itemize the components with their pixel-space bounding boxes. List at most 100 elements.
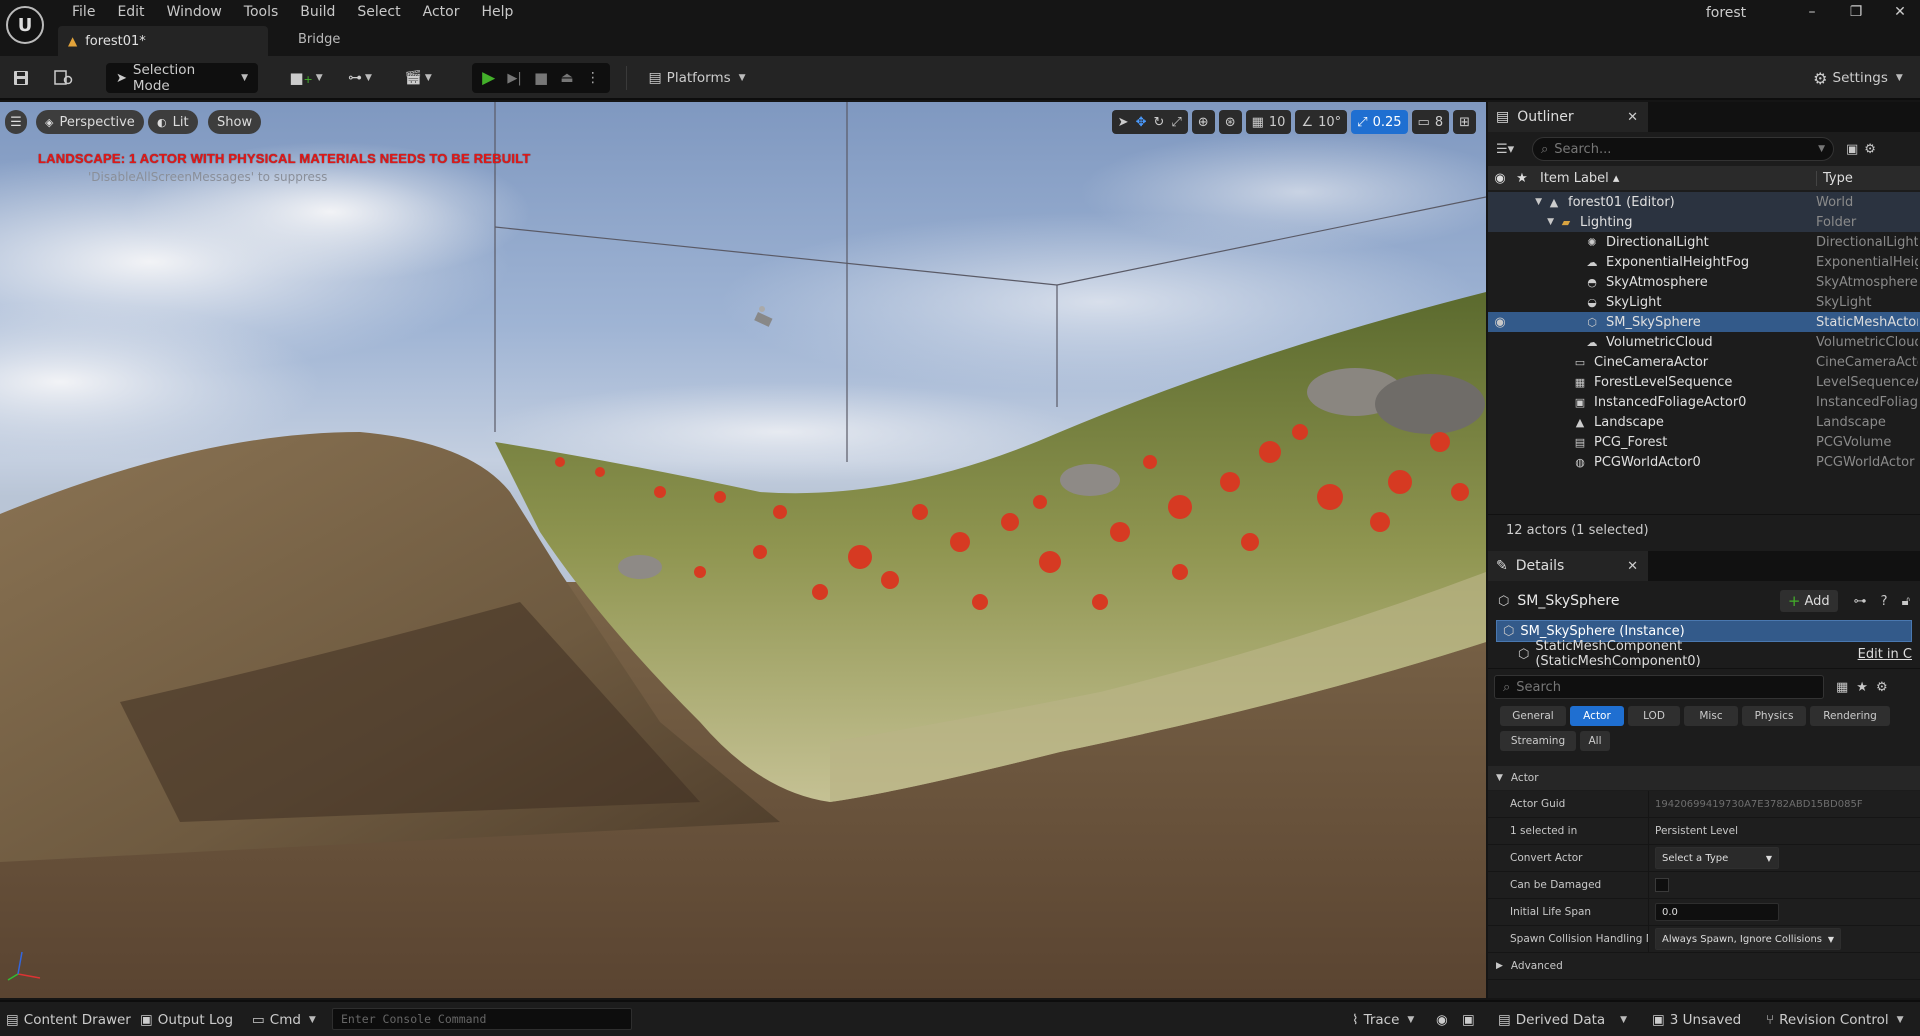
visibility-eye-icon[interactable]: ◉ — [1488, 315, 1512, 330]
output-log-button[interactable]: ▣ Output Log — [140, 1012, 233, 1028]
tree-row-sm-skysphere[interactable]: ◉ ⬡ SM_SkySphere StaticMeshActor — [1488, 312, 1920, 332]
selection-mode-dropdown[interactable]: ➤ Selection Mode ▼ — [106, 62, 258, 94]
tab-bridge[interactable]: Bridge — [298, 32, 340, 47]
show-button[interactable]: Show — [208, 110, 262, 134]
can-be-damaged-checkbox[interactable] — [1655, 878, 1669, 892]
level-viewport[interactable]: ☰ ◈ Perspective ◐ Lit Show LANDSCAPE: 1 … — [0, 102, 1486, 998]
viewport-layout-icon[interactable]: ⊞ — [1453, 110, 1476, 134]
stop-icon[interactable]: ■ — [534, 69, 548, 87]
help-icon[interactable]: ? — [1881, 594, 1888, 609]
filter-misc[interactable]: Misc — [1684, 706, 1738, 726]
cinematics-button[interactable]: 🎬︎ ▼ — [398, 63, 438, 93]
tree-row-cinecamera[interactable]: ▭ CineCameraActor CineCameraActo — [1488, 352, 1920, 372]
move-icon[interactable]: ✥ — [1136, 115, 1147, 130]
menu-actor[interactable]: Actor — [412, 4, 471, 20]
cmd-dropdown[interactable]: ▭ Cmd ▼ — [252, 1012, 316, 1028]
visibility-header-icon[interactable]: ◉ — [1488, 171, 1512, 186]
lock-icon[interactable]: 🔓︎ — [1902, 594, 1910, 609]
minimize-icon[interactable]: – — [1790, 4, 1834, 20]
record-icon[interactable]: ◉ — [1436, 1012, 1448, 1028]
surface-snap-icon[interactable]: ⊛ — [1218, 110, 1242, 134]
close-icon[interactable]: ✕ — [1627, 110, 1638, 125]
camera-speed-button[interactable]: ▭ 8 — [1411, 110, 1450, 134]
filter-physics[interactable]: Physics — [1742, 706, 1806, 726]
tree-row-pcg-forest[interactable]: ▤ PCG_Forest PCGVolume — [1488, 432, 1920, 452]
close-icon[interactable]: ✕ — [1878, 4, 1920, 20]
tab-level-forest01[interactable]: ▲ forest01* — [58, 26, 268, 56]
item-label-header[interactable]: Item Label ▴ — [1532, 171, 1816, 186]
console-command-input[interactable]: Enter Console Command — [332, 1008, 632, 1030]
select-cursor-icon[interactable]: ➤ — [1118, 115, 1129, 130]
filter-lod[interactable]: LOD — [1628, 706, 1680, 726]
expand-arrow-icon[interactable]: ▼ — [1488, 217, 1558, 227]
convert-actor-dropdown[interactable]: Select a Type ▼ — [1655, 847, 1779, 869]
tree-row-pcgworldactor[interactable]: ◍ PCGWorldActor0 PCGWorldActor — [1488, 452, 1920, 472]
settings-dropdown[interactable]: ⚙ Settings ▼ — [1808, 63, 1908, 93]
menu-window[interactable]: Window — [156, 4, 233, 20]
derived-data-dropdown[interactable]: ▤ Derived Data ▼ — [1498, 1012, 1627, 1028]
tree-row-landscape[interactable]: ▲ Landscape Landscape — [1488, 412, 1920, 432]
expand-arrow-icon[interactable]: ▼ — [1488, 197, 1546, 207]
tree-row-foliage[interactable]: ▣ InstancedFoliageActor0 InstancedFoliage — [1488, 392, 1920, 412]
blueprint-icon[interactable]: ⊶ — [1854, 594, 1867, 609]
tree-row-directionallight[interactable]: ✺ DirectionalLight DirectionalLight — [1488, 232, 1920, 252]
menu-build[interactable]: Build — [289, 4, 346, 20]
gear-icon[interactable]: ⚙ — [1876, 680, 1888, 695]
tree-row-skylight[interactable]: ◒ SkyLight SkyLight — [1488, 292, 1920, 312]
close-icon[interactable]: ✕ — [1627, 559, 1638, 574]
screenshot-icon[interactable]: ▣ — [1462, 1012, 1475, 1028]
tree-row-fog[interactable]: ☁ ExponentialHeightFog ExponentialHeig — [1488, 252, 1920, 272]
component-row[interactable]: ⬡ StaticMeshComponent (StaticMeshCompone… — [1518, 639, 1912, 669]
eject-icon[interactable]: ⏏ — [560, 70, 573, 86]
favorite-star-icon[interactable]: ★ — [1856, 680, 1868, 695]
platforms-dropdown[interactable]: ▤ Platforms ▼ — [642, 63, 752, 93]
rotate-icon[interactable]: ↻ — [1153, 115, 1164, 130]
filter-all[interactable]: All — [1580, 731, 1610, 751]
menu-select[interactable]: Select — [346, 4, 411, 20]
type-header[interactable]: Type — [1816, 170, 1853, 186]
lit-button[interactable]: ◐ Lit — [148, 110, 198, 134]
tab-outliner[interactable]: ▤ Outliner ✕ — [1488, 102, 1648, 132]
step-icon[interactable]: ▶| — [507, 71, 521, 86]
gear-icon[interactable]: ⚙ — [1864, 142, 1876, 157]
filter-general[interactable]: General — [1500, 706, 1566, 726]
perspective-button[interactable]: ◈ Perspective — [36, 110, 144, 134]
outliner-search-input[interactable]: ⌕ Search... ▼ — [1532, 137, 1834, 161]
blueprint-button[interactable]: ⊶ ▼ — [340, 63, 380, 93]
menu-help[interactable]: Help — [470, 4, 524, 20]
add-component-button[interactable]: + Add — [1779, 590, 1838, 612]
edit-in-cpp-link[interactable]: Edit in C — [1858, 647, 1912, 662]
tree-row-lighting[interactable]: ▼ ▰ Lighting Folder — [1488, 212, 1920, 232]
scale-icon[interactable]: ⤢ — [1171, 115, 1181, 130]
play-options-icon[interactable]: ⋮ — [586, 70, 600, 86]
filter-streaming[interactable]: Streaming — [1500, 731, 1576, 751]
viewport-menu-icon[interactable]: ☰ — [5, 110, 27, 134]
menu-tools[interactable]: Tools — [233, 4, 290, 20]
rotation-snap-button[interactable]: ∠ 10° — [1295, 110, 1348, 134]
menu-file[interactable]: File — [61, 4, 106, 20]
tree-row-world[interactable]: ▼ ▲ forest01 (Editor) World — [1488, 192, 1920, 212]
revision-control-dropdown[interactable]: ⑂ Revision Control ▼ — [1766, 1012, 1904, 1028]
scale-snap-button[interactable]: ⤢ 0.25 — [1351, 110, 1408, 134]
details-search-input[interactable]: ⌕ Search — [1494, 675, 1824, 699]
unsaved-button[interactable]: ▣ 3 Unsaved — [1652, 1012, 1741, 1028]
add-actor-button[interactable]: ■+ ▼ — [286, 63, 326, 93]
browse-level-icon[interactable] — [52, 63, 76, 93]
unreal-logo-icon[interactable]: U — [6, 6, 44, 44]
filter-actor[interactable]: Actor — [1570, 706, 1624, 726]
content-drawer-button[interactable]: ▤ Content Drawer — [6, 1012, 131, 1028]
tree-row-volumetriccloud[interactable]: ☁ VolumetricCloud VolumetricCloud — [1488, 332, 1920, 352]
restore-icon[interactable]: ❐ — [1834, 4, 1878, 20]
tree-row-skyatmosphere[interactable]: ◓ SkyAtmosphere SkyAtmosphere — [1488, 272, 1920, 292]
advanced-section-header[interactable]: ▶ Advanced — [1488, 953, 1920, 980]
add-folder-icon[interactable]: ▣ — [1846, 142, 1858, 157]
actor-section-header[interactable]: ▼ Actor — [1488, 766, 1920, 790]
play-icon[interactable]: ▶ — [482, 68, 495, 88]
trace-dropdown[interactable]: ⌇ Trace ▼ — [1352, 1012, 1414, 1028]
world-local-icon[interactable]: ⊕ — [1191, 110, 1215, 134]
menu-edit[interactable]: Edit — [106, 4, 155, 20]
save-icon[interactable] — [10, 63, 32, 93]
grid-snap-button[interactable]: ▦ 10 — [1245, 110, 1292, 134]
filter-icon[interactable]: ☰▾ — [1496, 142, 1526, 157]
spawn-collision-dropdown[interactable]: Always Spawn, Ignore Collisions ▼ — [1655, 928, 1841, 950]
